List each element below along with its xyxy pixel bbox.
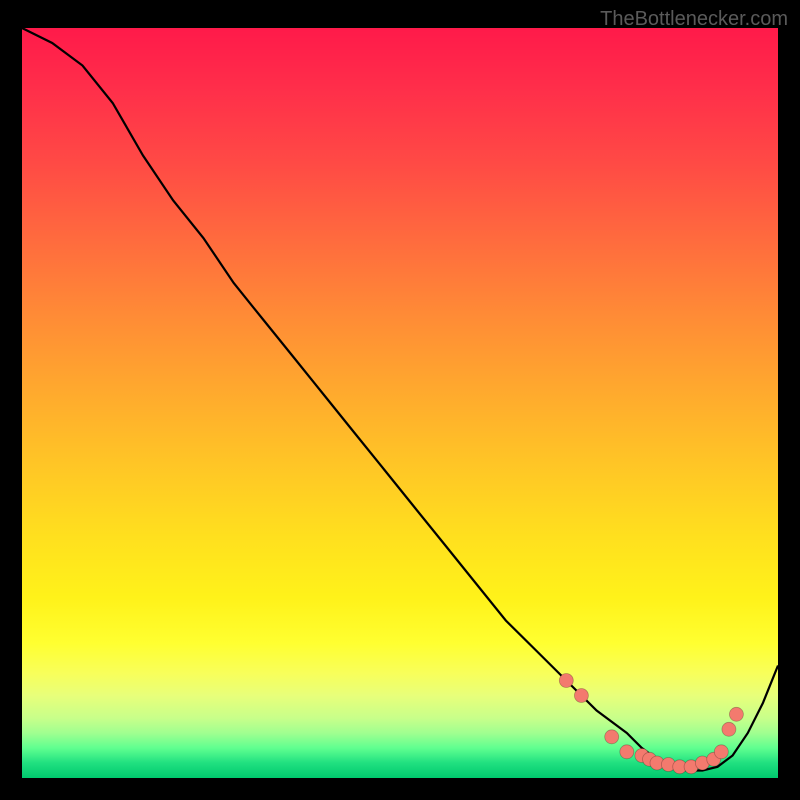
marker-dot [714,745,728,759]
marker-dot [574,689,588,703]
watermark-text: TheBottlenecker.com [600,8,788,31]
plot-area [22,28,778,778]
chart-svg [22,28,778,778]
marker-dot [620,745,634,759]
marker-dot [605,730,619,744]
marker-dot [559,674,573,688]
marker-dot [722,722,736,736]
marker-dot [729,707,743,721]
bottleneck-curve-line [22,28,778,771]
marker-group [559,674,743,774]
